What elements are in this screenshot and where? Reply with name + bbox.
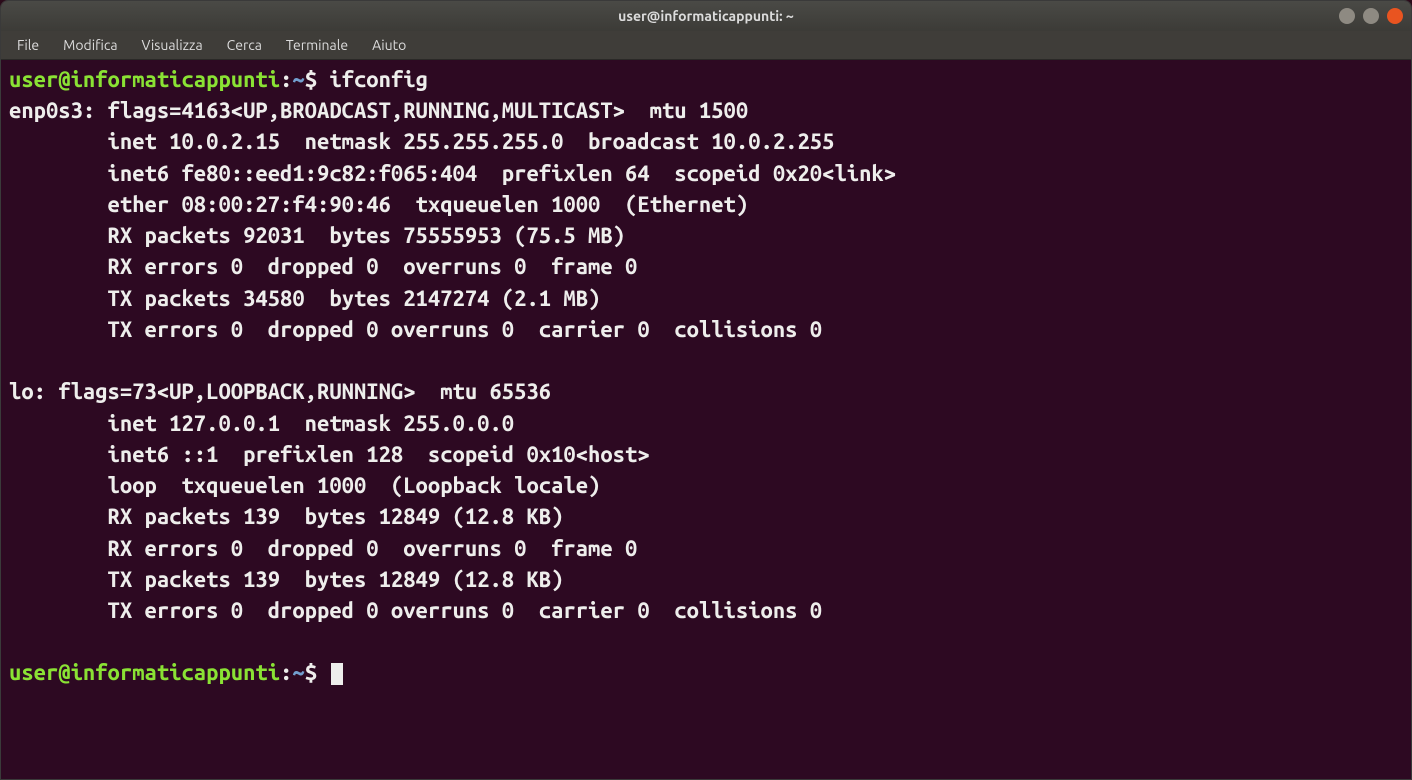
terminal-viewport[interactable]: user@informaticappunti:~$ ifconfig enp0s… <box>1 60 1411 779</box>
prompt-userhost: user@informaticappunti <box>9 660 280 685</box>
command-text: ifconfig <box>329 67 428 92</box>
titlebar[interactable]: user@informaticappunti: ~ <box>1 1 1411 31</box>
close-icon[interactable] <box>1387 8 1403 24</box>
menu-aiuto[interactable]: Aiuto <box>362 33 416 57</box>
prompt-colon: : <box>280 67 292 92</box>
cursor-block <box>331 663 343 685</box>
output-line: RX errors 0 dropped 0 overruns 0 frame 0 <box>9 254 637 279</box>
output-line: RX packets 92031 bytes 75555953 (75.5 MB… <box>9 223 625 248</box>
output-line: loop txqueuelen 1000 (Loopback locale) <box>9 473 600 498</box>
window-controls <box>1339 8 1403 24</box>
output-line: TX errors 0 dropped 0 overruns 0 carrier… <box>9 317 822 342</box>
prompt-dollar: $ <box>305 67 330 92</box>
output-line: enp0s3: flags=4163<UP,BROADCAST,RUNNING,… <box>9 98 748 123</box>
output-line: TX errors 0 dropped 0 overruns 0 carrier… <box>9 598 822 623</box>
output-line: ether 08:00:27:f4:90:46 txqueuelen 1000 … <box>9 192 748 217</box>
output-line: inet 10.0.2.15 netmask 255.255.255.0 bro… <box>9 129 834 154</box>
menubar: File Modifica Visualizza Cerca Terminale… <box>1 31 1411 60</box>
output-line: TX packets 139 bytes 12849 (12.8 KB) <box>9 567 563 592</box>
prompt-dollar: $ <box>305 660 330 685</box>
prompt-path: ~ <box>292 660 304 685</box>
maximize-icon[interactable] <box>1363 8 1379 24</box>
prompt-colon: : <box>280 660 292 685</box>
menu-file[interactable]: File <box>7 33 49 57</box>
output-line: inet 127.0.0.1 netmask 255.0.0.0 <box>9 411 514 436</box>
menu-cerca[interactable]: Cerca <box>217 33 272 57</box>
menu-modifica[interactable]: Modifica <box>53 33 127 57</box>
window-title: user@informaticappunti: ~ <box>618 8 794 24</box>
output-line: inet6 ::1 prefixlen 128 scopeid 0x10<hos… <box>9 442 650 467</box>
minimize-icon[interactable] <box>1339 8 1355 24</box>
output-line: inet6 fe80::eed1:9c82:f065:404 prefixlen… <box>9 161 896 186</box>
terminal-window: user@informaticappunti: ~ File Modifica … <box>0 0 1412 780</box>
prompt-userhost: user@informaticappunti <box>9 67 280 92</box>
output-line: RX errors 0 dropped 0 overruns 0 frame 0 <box>9 536 637 561</box>
menu-visualizza[interactable]: Visualizza <box>132 33 213 57</box>
output-line: lo: flags=73<UP,LOOPBACK,RUNNING> mtu 65… <box>9 379 551 404</box>
prompt-path: ~ <box>292 67 304 92</box>
output-line: TX packets 34580 bytes 2147274 (2.1 MB) <box>9 286 600 311</box>
output-line: RX packets 139 bytes 12849 (12.8 KB) <box>9 504 563 529</box>
menu-terminale[interactable]: Terminale <box>276 33 358 57</box>
